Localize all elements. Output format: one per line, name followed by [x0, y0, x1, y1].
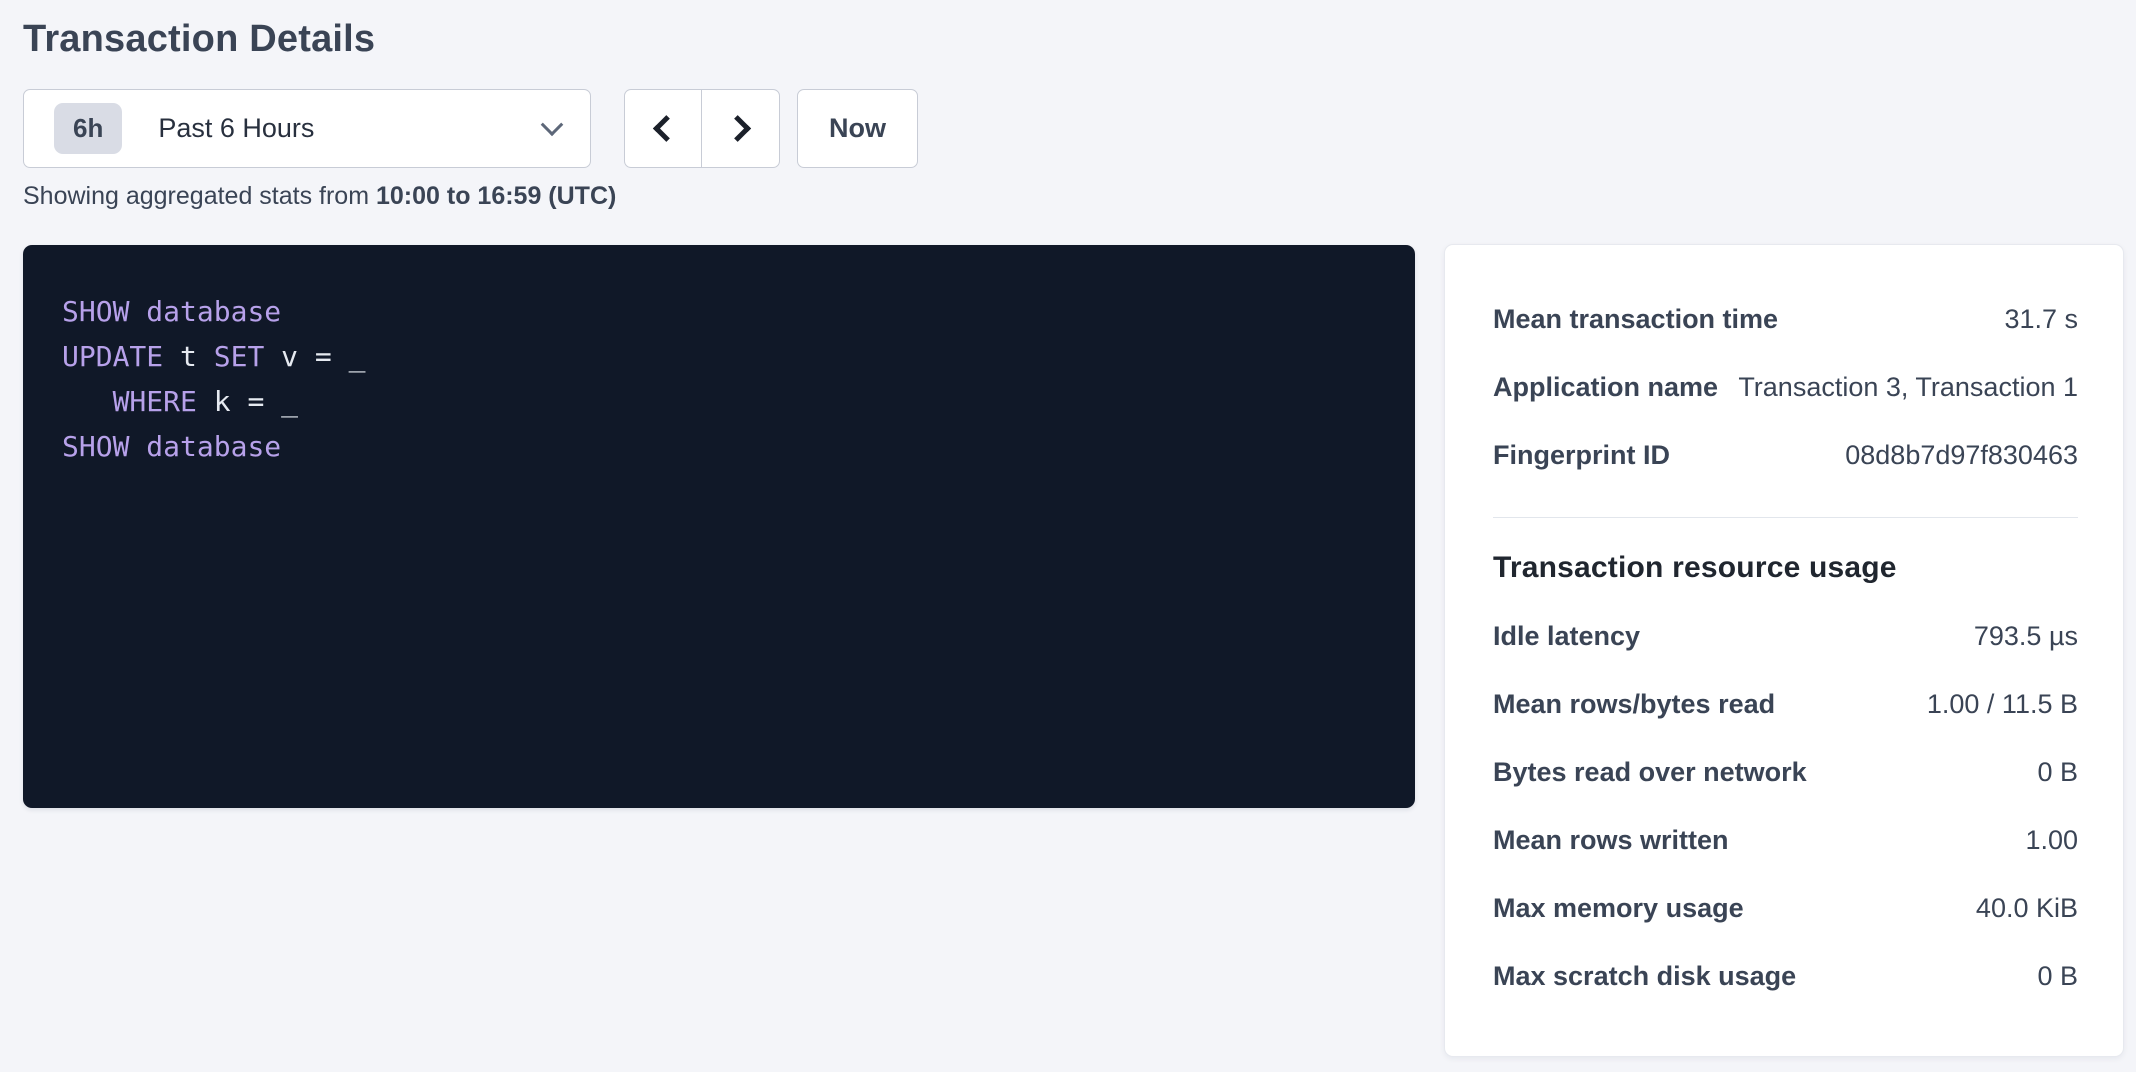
table-row: Application name Transaction 3, Transact… [1493, 353, 2078, 421]
transaction-sql-statements: SHOW database UPDATE t SET v = _ WHERE k… [23, 245, 1415, 808]
detail-label: Idle latency [1493, 621, 1660, 652]
sql-keyword: SHOW [62, 295, 129, 328]
time-range-badge: 6h [54, 103, 122, 154]
detail-value: 31.7 s [2004, 304, 2078, 335]
detail-value: 08d8b7d97f830463 [1845, 440, 2078, 471]
time-range-dropdown[interactable]: 6h Past 6 Hours [23, 89, 591, 168]
detail-value: 40.0 KiB [1976, 893, 2078, 924]
detail-label: Mean rows/bytes read [1493, 689, 1795, 720]
time-picker-controls: 6h Past 6 Hours Now [0, 89, 2136, 168]
sql-line: SHOW database [62, 289, 1385, 334]
sql-keyword: SHOW [62, 430, 129, 463]
aggregation-window-range: 10:00 to 16:59 (UTC) [376, 182, 616, 210]
card-divider [1493, 517, 2078, 518]
chevron-down-icon [541, 113, 564, 136]
table-row: Mean rows written 1.00 [1493, 806, 2078, 874]
chevron-right-icon [724, 115, 751, 142]
detail-value: 1.00 [2025, 825, 2078, 856]
table-row: Idle latency 793.5 µs [1493, 602, 2078, 670]
detail-label: Max memory usage [1493, 893, 1764, 924]
detail-label: Max scratch disk usage [1493, 961, 1816, 992]
transaction-summary-card: Mean transaction time 31.7 s Application… [1444, 244, 2124, 1057]
detail-value: 1.00 / 11.5 B [1927, 689, 2078, 720]
sql-keyword: database [146, 430, 281, 463]
sql-line: UPDATE t SET v = _ [62, 334, 1385, 379]
prev-time-window-button[interactable] [625, 90, 702, 167]
table-row: Bytes read over network 0 B [1493, 738, 2078, 806]
sql-text: v = _ [264, 340, 365, 373]
table-row: Mean transaction time 31.7 s [1493, 285, 2078, 353]
table-row: Max scratch disk usage 0 B [1493, 942, 2078, 1010]
sql-text: t [163, 340, 214, 373]
sql-line: WHERE k = _ [62, 379, 1385, 424]
detail-label: Application name [1493, 372, 1738, 403]
now-button[interactable]: Now [797, 89, 918, 168]
page-title: Transaction Details [23, 18, 375, 61]
sql-text [129, 295, 146, 328]
sql-text: k = _ [197, 385, 298, 418]
transaction-details-page: Transaction Details 6h Past 6 Hours Now … [0, 0, 2136, 1072]
sql-keyword: WHERE [113, 385, 197, 418]
detail-label: Bytes read over network [1493, 757, 1827, 788]
sql-keyword: UPDATE [62, 340, 163, 373]
detail-value: 0 B [2037, 757, 2078, 788]
table-row: Mean rows/bytes read 1.00 / 11.5 B [1493, 670, 2078, 738]
detail-value: 793.5 µs [1974, 621, 2078, 652]
table-row: Max memory usage 40.0 KiB [1493, 874, 2078, 942]
aggregation-window-text: Showing aggregated stats from 10:00 to 1… [23, 182, 616, 211]
detail-label: Fingerprint ID [1493, 440, 1690, 471]
aggregation-window-prefix: Showing aggregated stats from [23, 182, 376, 210]
sql-keyword: database [146, 295, 281, 328]
sql-text [129, 430, 146, 463]
chevron-left-icon [652, 115, 679, 142]
sql-line: SHOW database [62, 424, 1385, 469]
sql-text [62, 385, 113, 418]
detail-value: Transaction 3, Transaction 1 [1738, 372, 2078, 403]
next-time-window-button[interactable] [702, 90, 779, 167]
resource-usage-heading: Transaction resource usage [1493, 542, 2078, 594]
time-window-arrows [624, 89, 780, 168]
sql-keyword: SET [214, 340, 265, 373]
detail-value: 0 B [2037, 961, 2078, 992]
detail-label: Mean transaction time [1493, 304, 1798, 335]
table-row: Fingerprint ID 08d8b7d97f830463 [1493, 421, 2078, 489]
time-range-label: Past 6 Hours [158, 113, 544, 144]
detail-label: Mean rows written [1493, 825, 1749, 856]
